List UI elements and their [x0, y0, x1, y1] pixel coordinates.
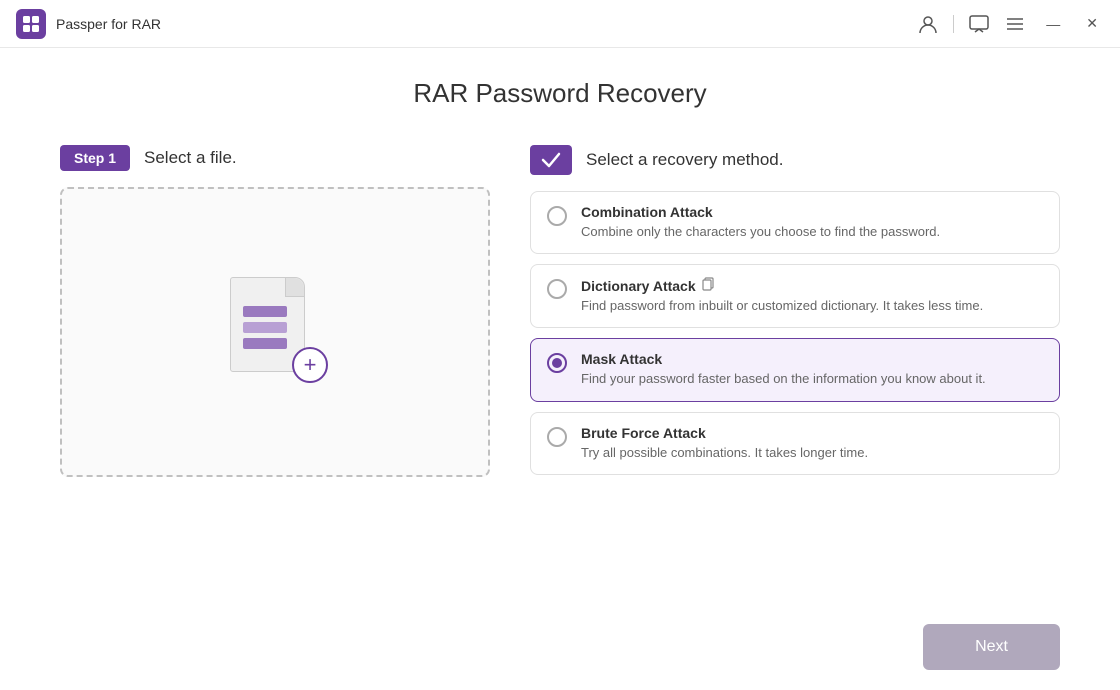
main-content: RAR Password Recovery Step 1 Select a fi… [0, 48, 1120, 497]
menu-icon[interactable] [1004, 13, 1026, 35]
add-file-circle: + [292, 347, 328, 383]
close-button[interactable]: ✕ [1080, 13, 1104, 34]
method-combination-desc: Combine only the characters you choose t… [581, 223, 1043, 241]
app-title: Passper for RAR [56, 16, 161, 32]
method-dictionary[interactable]: Dictionary Attack Find password from inb… [530, 264, 1060, 328]
footer: Next [923, 624, 1060, 670]
right-column: Select a recovery method. Combination At… [530, 145, 1060, 475]
rar-stripe-1 [243, 306, 287, 317]
method-dictionary-desc: Find password from inbuilt or customized… [581, 297, 1043, 315]
radio-bruteforce [547, 427, 567, 447]
titlebar-divider [953, 15, 954, 33]
radio-combination [547, 206, 567, 226]
titlebar-left: Passper for RAR [16, 9, 161, 39]
dictionary-copy-icon [702, 277, 716, 294]
file-drop-inner: + [230, 277, 320, 387]
method-combination[interactable]: Combination Attack Combine only the char… [530, 191, 1060, 254]
method-mask[interactable]: Mask Attack Find your password faster ba… [530, 338, 1060, 401]
method-mask-desc: Find your password faster based on the i… [581, 370, 1043, 388]
chat-icon[interactable] [968, 13, 990, 35]
radio-mask-inner [552, 358, 562, 368]
method-bruteforce[interactable]: Brute Force Attack Try all possible comb… [530, 412, 1060, 475]
step1-header: Step 1 Select a file. [60, 145, 490, 171]
minimize-button[interactable]: — [1040, 14, 1066, 34]
rar-stripe-3 [243, 338, 287, 349]
two-column-layout: Step 1 Select a file. + [60, 145, 1060, 477]
step2-label: Select a recovery method. [586, 150, 783, 170]
method-bruteforce-text: Brute Force Attack Try all possible comb… [581, 425, 1043, 462]
next-button[interactable]: Next [923, 624, 1060, 670]
page-title: RAR Password Recovery [60, 78, 1060, 109]
method-bruteforce-desc: Try all possible combinations. It takes … [581, 444, 1043, 462]
method-bruteforce-name: Brute Force Attack [581, 425, 1043, 441]
method-dictionary-name: Dictionary Attack [581, 277, 1043, 294]
rar-stripes [243, 306, 287, 349]
radio-dictionary [547, 279, 567, 299]
step1-label: Select a file. [144, 148, 237, 168]
method-combination-name: Combination Attack [581, 204, 1043, 220]
titlebar: Passper for RAR — ✕ [0, 0, 1120, 48]
method-list: Combination Attack Combine only the char… [530, 191, 1060, 475]
rar-stripe-2 [243, 322, 287, 333]
user-icon[interactable] [917, 13, 939, 35]
method-combination-text: Combination Attack Combine only the char… [581, 204, 1043, 241]
left-column: Step 1 Select a file. + [60, 145, 490, 477]
method-dictionary-text: Dictionary Attack Find password from inb… [581, 277, 1043, 315]
check-badge [530, 145, 572, 175]
app-logo [16, 9, 46, 39]
method-mask-text: Mask Attack Find your password faster ba… [581, 351, 1043, 388]
radio-mask [547, 353, 567, 373]
rar-file-icon: + [230, 277, 320, 387]
titlebar-right: — ✕ [917, 13, 1104, 35]
recovery-header: Select a recovery method. [530, 145, 1060, 175]
step1-badge: Step 1 [60, 145, 130, 171]
file-drop-area[interactable]: + [60, 187, 490, 477]
method-mask-name: Mask Attack [581, 351, 1043, 367]
